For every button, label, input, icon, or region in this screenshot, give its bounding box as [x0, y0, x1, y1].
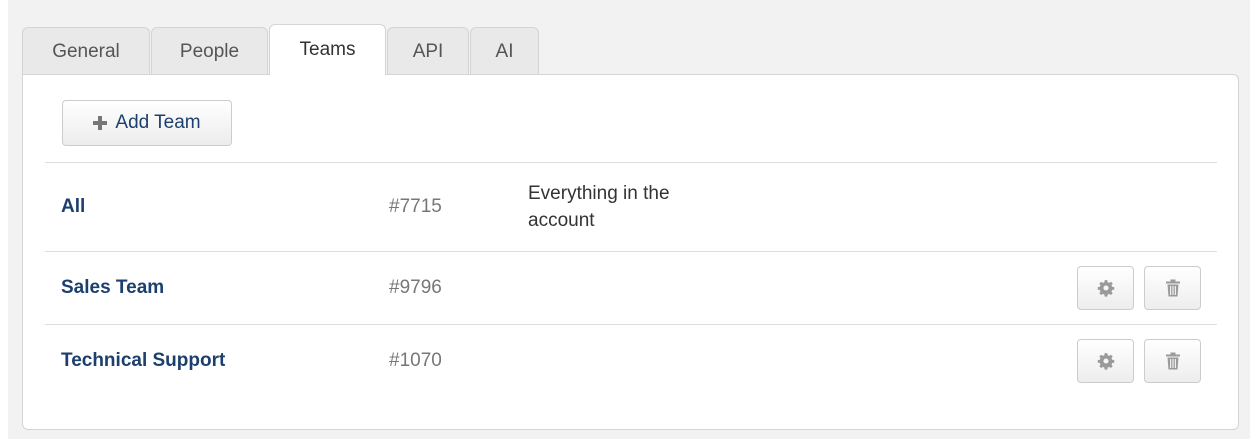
trash-icon: [1165, 352, 1180, 370]
team-name-link[interactable]: Sales Team: [61, 277, 164, 299]
tab-people[interactable]: People: [151, 27, 268, 75]
tab-ai[interactable]: AI: [470, 27, 539, 75]
team-name-link[interactable]: All: [61, 196, 85, 218]
tab-general[interactable]: General: [22, 27, 150, 75]
window-left-edge: [0, 0, 8, 439]
team-row: Technical Support #1070: [45, 324, 1217, 397]
team-settings-button[interactable]: [1077, 339, 1134, 383]
tab-teams[interactable]: Teams: [269, 24, 386, 75]
team-name-link[interactable]: Technical Support: [61, 350, 225, 372]
teams-panel: Add Team All #7715 Everything in the acc…: [22, 74, 1239, 430]
team-row: Sales Team #9796: [45, 251, 1217, 324]
team-description: Everything in the account: [528, 183, 670, 231]
add-team-label: Add Team: [115, 112, 201, 133]
plus-icon: [93, 116, 108, 130]
row-actions: [1077, 266, 1201, 310]
trash-icon: [1165, 279, 1180, 297]
gear-icon: [1097, 280, 1114, 297]
add-team-button[interactable]: Add Team: [62, 100, 232, 146]
team-id: #9796: [389, 277, 442, 298]
tab-api[interactable]: API: [387, 27, 469, 75]
team-delete-button[interactable]: [1144, 339, 1201, 383]
team-id: #1070: [389, 350, 442, 371]
row-actions: [1077, 339, 1201, 383]
gear-icon: [1097, 353, 1114, 370]
team-row: All #7715 Everything in the account: [45, 162, 1217, 251]
team-settings-button[interactable]: [1077, 266, 1134, 310]
team-list: All #7715 Everything in the account Sale…: [45, 162, 1217, 397]
team-delete-button[interactable]: [1144, 266, 1201, 310]
settings-tabs: General People Teams API AI: [22, 24, 540, 75]
team-id: #7715: [389, 196, 442, 217]
